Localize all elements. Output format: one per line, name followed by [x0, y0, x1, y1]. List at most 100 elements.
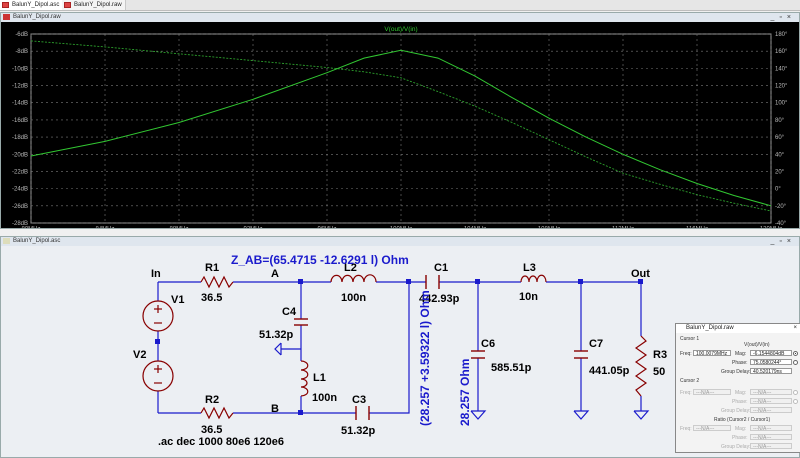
ground-symbol: [274, 342, 282, 356]
y-right-tick-label: 160°: [775, 49, 788, 55]
y-left-tick-label: -28dB: [12, 221, 28, 227]
c6-name: C6: [481, 338, 495, 350]
x-tick-label: 112MHz: [612, 227, 634, 228]
freq-label: Freq:: [680, 351, 692, 357]
phase-radio[interactable]: [793, 399, 798, 404]
group-delay-label: Group Delay:: [721, 444, 751, 450]
y-left-tick-label: -6dB: [15, 32, 28, 38]
spice-directive[interactable]: .ac dec 1000 80e6 120e6: [158, 436, 284, 448]
document-tab-bar: BalunY_Dipol.asc BalunY_Dipol.raw: [0, 0, 800, 11]
net-label-out: Out: [631, 268, 650, 280]
c4-name: C4: [282, 306, 297, 318]
cursor1-expression: V(out)/V(in): [744, 342, 770, 348]
cursor2-phase-field[interactable]: ---N/A---: [750, 398, 792, 405]
freq-label: Freq:: [680, 390, 692, 396]
cursor1-group-delay-field[interactable]: 40.520179ns: [750, 368, 792, 375]
tab-waveform[interactable]: BalunY_Dipol.raw: [62, 0, 126, 10]
cursor2-freq-field[interactable]: ---N/A---: [693, 389, 731, 396]
l1-value: 100n: [312, 392, 337, 404]
y-right-tick-label: 120°: [775, 84, 788, 90]
c3-value: 51.32p: [341, 425, 376, 437]
y-left-tick-label: -14dB: [12, 101, 28, 107]
waveform-window: BalunY_Dipol.raw _▫× 80MHz84MHz88MHz92MH…: [0, 12, 800, 229]
y-left-tick-label: -26dB: [12, 204, 28, 210]
l2-symbol[interactable]: [330, 274, 377, 283]
y-right-tick-label: 140°: [775, 66, 788, 72]
y-left-tick-label: -18dB: [12, 135, 28, 141]
r1-value: 36.5: [201, 292, 222, 304]
group-delay-label: Group Delay:: [721, 408, 751, 414]
x-tick-label: 84MHz: [95, 227, 114, 228]
v2-name: V2: [133, 349, 146, 361]
cursor2-group-delay-field[interactable]: ---N/A---: [750, 407, 792, 414]
r3-symbol[interactable]: [634, 335, 648, 397]
c1-name: C1: [434, 262, 448, 274]
cursor1-phase-field[interactable]: 75.0580244°: [750, 359, 792, 366]
waveform-window-icon: [3, 14, 10, 20]
mag-label: Mag:: [735, 426, 747, 432]
mag-radio[interactable]: [793, 390, 798, 395]
cursor2-mag-field[interactable]: ---N/A---: [750, 389, 792, 396]
r3-name: R3: [653, 349, 667, 361]
r1-name: R1: [205, 262, 219, 274]
cursor1-mag-field[interactable]: -6.1544804dB: [750, 350, 792, 357]
schematic-window-titlebar[interactable]: BalunY_Dipol.asc _▫×: [1, 237, 799, 246]
l2-value: 100n: [341, 292, 366, 304]
c7-symbol[interactable]: [574, 350, 588, 359]
x-tick-label: 108MHz: [538, 227, 560, 228]
l1-name: L1: [313, 372, 326, 384]
window-controls[interactable]: _▫×: [771, 13, 796, 22]
impedance-annotation-vertical-2: 28.257 Ohm: [458, 359, 472, 426]
ground-symbol: [470, 410, 487, 420]
y-right-tick-label: 40°: [775, 152, 785, 158]
cursor-readout-dialog: BalunY_Dipol.raw × Cursor 1 V(out)/V(in)…: [675, 323, 800, 453]
y-right-tick-label: 60°: [775, 135, 785, 141]
c3-symbol[interactable]: [355, 406, 370, 420]
v2-symbol[interactable]: [142, 360, 174, 392]
ratio-mag-field[interactable]: ---N/A---: [750, 425, 792, 432]
x-tick-label: 92MHz: [243, 227, 262, 228]
freq-label: Freq:: [680, 426, 692, 432]
dialog-titlebar[interactable]: BalunY_Dipol.raw ×: [676, 324, 800, 333]
r2-value: 36.5: [201, 424, 222, 436]
net-label-a: A: [271, 268, 279, 280]
close-icon[interactable]: ×: [793, 324, 797, 333]
ratio-phase-field[interactable]: ---N/A---: [750, 434, 792, 441]
x-tick-label: 100MHz: [390, 227, 412, 228]
r1-symbol[interactable]: [200, 275, 234, 289]
net-label-in: In: [151, 268, 161, 280]
waveform-window-titlebar[interactable]: BalunY_Dipol.raw _▫×: [1, 13, 799, 22]
l3-value: 10n: [519, 291, 538, 303]
c6-value: 585.51p: [491, 362, 532, 374]
y-right-tick-label: 0°: [775, 187, 781, 193]
mag-label: Mag:: [735, 390, 747, 396]
mag-radio[interactable]: [793, 351, 798, 356]
l1-symbol[interactable]: [300, 360, 309, 397]
plot-background: [1, 22, 799, 228]
c6-symbol[interactable]: [471, 350, 485, 359]
y-left-tick-label: -8dB: [15, 49, 28, 55]
schematic-file-icon: [2, 2, 9, 8]
cursor2-label: Cursor 2: [680, 378, 700, 384]
c4-value: 51.32p: [259, 329, 294, 341]
waveform-file-icon: [64, 2, 71, 8]
bode-plot[interactable]: 80MHz84MHz88MHz92MHz96MHz100MHz104MHz108…: [1, 22, 799, 228]
ratio-freq-field[interactable]: ---N/A---: [693, 425, 731, 432]
ratio-group-delay-field[interactable]: ---N/A---: [750, 443, 792, 450]
window-controls[interactable]: _▫×: [771, 237, 796, 246]
cursor1-freq-field[interactable]: 100.0079MHz: [693, 350, 731, 357]
phase-label: Phase:: [732, 399, 748, 405]
r2-symbol[interactable]: [200, 406, 234, 420]
c3-name: C3: [352, 394, 366, 406]
ground-symbol: [573, 410, 590, 420]
y-left-tick-label: -16dB: [12, 118, 28, 124]
tab-schematic[interactable]: BalunY_Dipol.asc: [0, 0, 64, 10]
phase-radio[interactable]: [793, 360, 798, 365]
c1-symbol[interactable]: [425, 275, 440, 289]
l3-symbol[interactable]: [520, 274, 547, 283]
c7-value: 441.05p: [589, 365, 630, 377]
x-tick-label: 96MHz: [317, 227, 336, 228]
c4-symbol[interactable]: [294, 318, 308, 326]
y-right-tick-label: 80°: [775, 118, 785, 124]
v1-symbol[interactable]: [142, 300, 174, 332]
